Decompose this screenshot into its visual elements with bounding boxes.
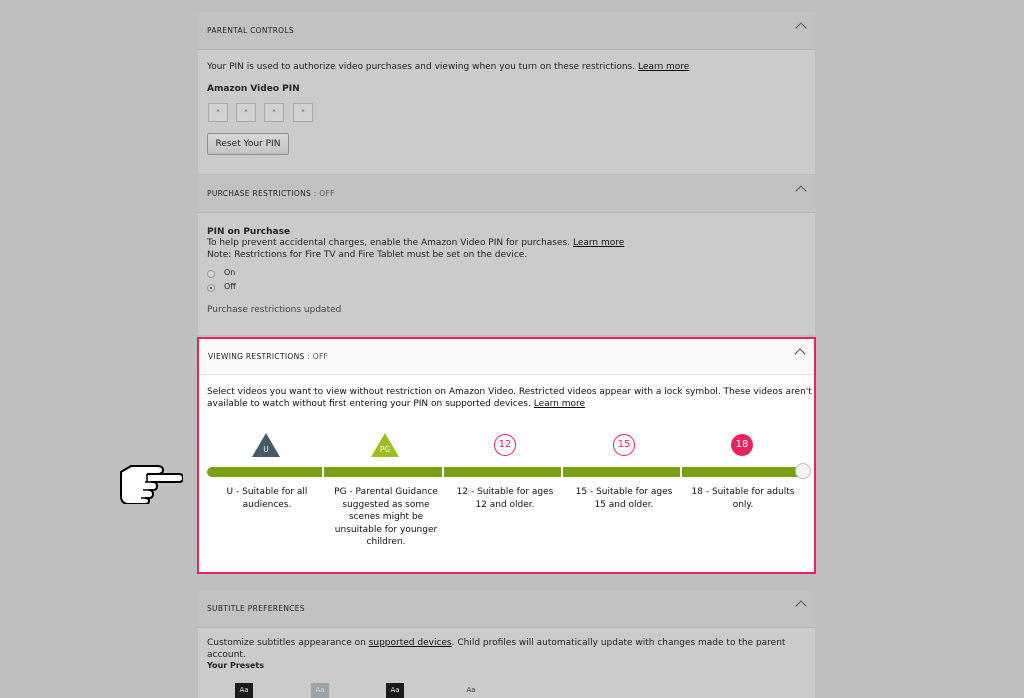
- learn-more-link[interactable]: Learn more: [534, 399, 585, 409]
- viewing-restrictions-title: VIEWING RESTRICTIONS : OFF: [208, 352, 329, 361]
- slider-divider: [442, 467, 444, 477]
- viewing-restrictions-panel: VIEWING RESTRICTIONS : OFF Select videos…: [197, 337, 816, 574]
- parental-controls-panel: PARENTAL CONTROLS Your PIN is used to au…: [198, 12, 815, 174]
- viewing-description-line1: Select videos you want to view without r…: [207, 387, 812, 397]
- radio-off-label: Off: [224, 282, 236, 291]
- rating-15-icon: 15: [613, 434, 635, 456]
- pin-digit-3[interactable]: *: [264, 103, 284, 122]
- learn-more-link[interactable]: Learn more: [573, 238, 624, 248]
- rating-label-pg: PG - Parental Guidance suggested as some…: [334, 487, 438, 547]
- slider-divider: [680, 467, 682, 477]
- preset-3[interactable]: Aa: [386, 683, 404, 698]
- rating-slider-handle[interactable]: [795, 463, 811, 479]
- supported-devices-link[interactable]: supported devices: [369, 638, 452, 648]
- viewing-restrictions-header[interactable]: VIEWING RESTRICTIONS : OFF: [199, 339, 814, 375]
- rating-18-icon: 18: [731, 434, 753, 456]
- radio-on-label: On: [224, 268, 236, 277]
- preset-1[interactable]: Aa: [235, 683, 253, 698]
- pin-label: Amazon Video PIN: [207, 84, 300, 94]
- pg-badge-text: PG: [379, 445, 391, 454]
- purchase-description: To help prevent accidental charges, enab…: [207, 238, 625, 248]
- purchase-restrictions-header[interactable]: PURCHASE RESTRICTIONS : OFF: [198, 175, 815, 213]
- rating-label-15: 15 - Suitable for ages 15 and older.: [575, 487, 673, 510]
- purchase-note: Note: Restrictions for Fire TV and Fire …: [207, 250, 528, 260]
- parental-controls-title: PARENTAL CONTROLS: [207, 26, 294, 35]
- purchase-status: : OFF: [311, 189, 335, 198]
- subtitle-description: Customize subtitles appearance on suppor…: [207, 638, 786, 660]
- u-badge-text: U: [263, 445, 269, 454]
- pin-digit-4[interactable]: *: [293, 103, 313, 122]
- preset-4[interactable]: Aa: [462, 683, 480, 698]
- purchase-restrictions-title: PURCHASE RESTRICTIONS : OFF: [207, 189, 335, 198]
- slider-divider: [561, 467, 563, 477]
- subtitle-preferences-panel: SUBTITLE PREFERENCES Customize subtitles…: [198, 590, 815, 698]
- pointing-hand-cursor-icon: [120, 465, 183, 504]
- reset-pin-button[interactable]: Reset Your PIN: [207, 133, 289, 155]
- rating-label-u: U - Suitable for all audiences.: [226, 487, 308, 510]
- radio-on[interactable]: [207, 270, 215, 278]
- pin-digit-1[interactable]: *: [208, 103, 228, 122]
- subtitle-preferences-header[interactable]: SUBTITLE PREFERENCES: [198, 590, 815, 628]
- purchase-updated-message: Purchase restrictions updated: [207, 305, 342, 315]
- pin-digit-2[interactable]: *: [236, 103, 256, 122]
- subtitle-preferences-title: SUBTITLE PREFERENCES: [207, 604, 305, 613]
- chevron-up-icon[interactable]: [795, 22, 807, 34]
- radio-off[interactable]: [207, 284, 215, 292]
- preset-2[interactable]: Aa: [311, 683, 329, 698]
- rating-label-12: 12 - Suitable for ages 12 and older.: [456, 487, 554, 510]
- parental-controls-header[interactable]: PARENTAL CONTROLS: [198, 12, 815, 50]
- learn-more-link[interactable]: Learn more: [638, 62, 689, 72]
- chevron-up-icon[interactable]: [795, 185, 807, 197]
- parental-description: Your PIN is used to authorize video purc…: [207, 62, 690, 72]
- viewing-status: : OFF: [304, 352, 329, 361]
- rating-label-18: 18 - Suitable for adults only.: [691, 487, 795, 510]
- presets-label: Your Presets: [207, 661, 264, 670]
- rating-slider-track[interactable]: [207, 467, 805, 477]
- viewing-description-line2: available to watch without first enterin…: [207, 399, 586, 409]
- purchase-restrictions-panel: PURCHASE RESTRICTIONS : OFF PIN on Purch…: [198, 175, 815, 335]
- chevron-up-icon[interactable]: [795, 600, 807, 612]
- rating-12-icon: 12: [494, 434, 516, 456]
- chevron-up-icon[interactable]: [794, 348, 806, 360]
- slider-divider: [322, 467, 324, 477]
